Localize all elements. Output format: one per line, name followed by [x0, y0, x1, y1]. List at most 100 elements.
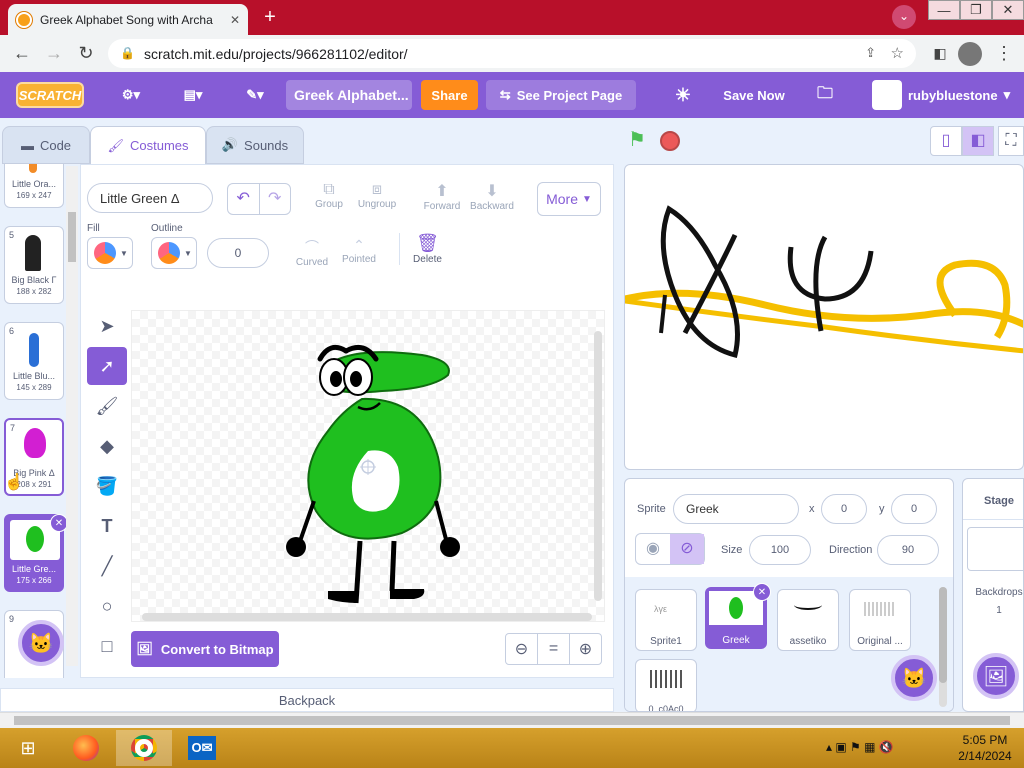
project-title-input[interactable]: Greek Alphabet...	[286, 80, 412, 110]
canvas-vscroll[interactable]	[594, 331, 602, 601]
bookmark-star-icon[interactable]: ☆	[891, 44, 904, 62]
scrollbar-thumb[interactable]	[68, 212, 76, 262]
tab-sounds[interactable]: 🔊 Sounds	[206, 126, 304, 164]
rectangle-tool-icon[interactable]: □	[87, 627, 127, 665]
chrome-icon[interactable]	[116, 730, 172, 766]
file-menu-icon[interactable]: ▤▾	[176, 80, 210, 110]
costume-list: Little Ora... 169 x 247 5 Big Black Γ 18…	[0, 164, 80, 678]
minimize-icon[interactable]: —	[928, 0, 960, 20]
reload-icon[interactable]: ↻	[72, 39, 100, 67]
browser-menu-icon[interactable]: ⋮	[990, 39, 1018, 67]
delete-sprite-icon[interactable]: ✕	[753, 583, 771, 601]
profile-avatar-icon[interactable]	[958, 42, 982, 66]
close-tab-icon[interactable]: ✕	[230, 13, 240, 27]
account-menu[interactable]: rubybluestone ▾	[872, 80, 1012, 110]
normal-stage-icon[interactable]: ◧	[962, 126, 994, 156]
browser-tab[interactable]: Greek Alphabet Song with Archa ✕	[8, 4, 248, 35]
y-input[interactable]: 0	[891, 494, 937, 524]
tray-icons[interactable]: ▴ ▣ ⚑ ▦ 🔇	[826, 740, 894, 754]
reshape-tool-icon[interactable]: ➚	[87, 347, 127, 385]
outline-color-picker[interactable]: ▼	[151, 237, 197, 269]
direction-input[interactable]: 90	[877, 535, 939, 565]
fullscreen-icon[interactable]: ⛶	[998, 126, 1024, 156]
curved-button[interactable]: ⌒ Curved	[291, 237, 333, 268]
costume-tile[interactable]: 5 Big Black Γ 188 x 282	[4, 226, 64, 304]
sprite-name-input[interactable]: Greek	[673, 494, 799, 524]
small-stage-icon[interactable]: ▯	[930, 126, 962, 156]
tab-costumes[interactable]: 🖌 Costumes	[90, 126, 206, 164]
choose-backdrop-icon[interactable]: 🖼	[973, 653, 1019, 699]
choose-sprite-cat-icon[interactable]: 🐱	[891, 655, 937, 701]
fill-tool-icon[interactable]: 🪣	[87, 467, 127, 505]
clock-date[interactable]: 2/14/2024	[950, 749, 1020, 763]
stage-canvas[interactable]	[624, 164, 1024, 470]
brush-tool-icon[interactable]: 🖌	[87, 387, 127, 425]
eraser-tool-icon[interactable]: ◆	[87, 427, 127, 465]
edit-menu-icon[interactable]: ✎▾	[238, 80, 272, 110]
x-input[interactable]: 0	[821, 494, 867, 524]
scrollbar-thumb[interactable]	[939, 587, 947, 683]
hide-eye-icon[interactable]: ⊘	[670, 534, 704, 564]
settings-gear-icon[interactable]: ⚙▾	[114, 80, 148, 110]
scrollbar-thumb[interactable]	[14, 716, 1010, 725]
my-stuff-folder-icon[interactable]: 🗀	[810, 80, 840, 110]
line-tool-icon[interactable]: ╱	[87, 547, 127, 585]
backpack-bar[interactable]: Backpack	[0, 688, 614, 712]
windows-start-icon[interactable]: ⊞	[0, 730, 56, 766]
tab-search-icon[interactable]: ⌄	[892, 5, 916, 29]
fill-color-picker[interactable]: ▼	[87, 237, 133, 269]
stage-selector-pane[interactable]: Stage Backdrops 1 🖼	[962, 478, 1024, 712]
more-menu-button[interactable]: More ▼	[537, 182, 601, 216]
close-window-icon[interactable]: ✕	[992, 0, 1024, 20]
restore-icon[interactable]: ❐	[960, 0, 992, 20]
costume-tile[interactable]: 6 Little Blu... 145 x 289	[4, 322, 64, 400]
show-eye-icon[interactable]: ◉	[636, 534, 670, 564]
costume-scrollbar[interactable]	[66, 166, 78, 666]
back-icon[interactable]: ←	[8, 39, 36, 67]
new-tab-icon[interactable]: +	[258, 6, 282, 30]
canvas-hscroll[interactable]	[142, 613, 592, 621]
outlook-icon[interactable]: O✉	[174, 730, 230, 766]
url-field[interactable]: 🔒 scratch.mit.edu/projects/966281102/edi…	[108, 39, 916, 68]
sprite-tile[interactable]: 0_c0Ac0	[635, 659, 697, 711]
share-button[interactable]: Share	[421, 80, 478, 110]
circle-tool-icon[interactable]: ○	[87, 587, 127, 625]
sprite-list-scrollbar[interactable]	[939, 587, 947, 707]
redo-icon[interactable]: ↷	[260, 184, 291, 214]
convert-to-bitmap-button[interactable]: 🖼 Convert to Bitmap	[131, 631, 279, 667]
scratch-logo[interactable]: SCRATCH	[16, 82, 84, 108]
delete-button[interactable]: 🗑 Delete	[399, 233, 455, 265]
sprite-tile[interactable]: λγε Sprite1	[635, 589, 697, 651]
theme-lightbulb-icon[interactable]: ☀	[668, 80, 698, 110]
stop-icon[interactable]	[660, 131, 680, 151]
backward-button[interactable]: ⬇ Backward	[467, 181, 517, 212]
group-button[interactable]: ⧉ Group	[307, 181, 351, 210]
zoom-reset-button[interactable]: =	[537, 633, 570, 665]
zoom-out-icon[interactable]: ⊖	[505, 633, 538, 665]
see-project-page-button[interactable]: ⇆ See Project Page	[486, 80, 636, 110]
ungroup-button[interactable]: ⧈ Ungroup	[353, 181, 401, 210]
zoom-in-icon[interactable]: ⊕	[569, 633, 602, 665]
forward-button[interactable]: ⬆ Forward	[419, 181, 465, 212]
size-input[interactable]: 100	[749, 535, 811, 565]
share-page-icon[interactable]: ⇪	[865, 45, 876, 61]
forward-icon[interactable]: →	[40, 39, 68, 67]
save-now-button[interactable]: Save Now	[718, 80, 790, 110]
costume-name-input[interactable]: Little Green Δ	[87, 183, 213, 213]
tab-code[interactable]: ▬ Code	[2, 126, 90, 164]
outline-width-input[interactable]: 0	[207, 238, 269, 268]
sprite-tile[interactable]: assetiko	[777, 589, 839, 651]
clock-time[interactable]: 5:05 PM	[950, 733, 1020, 747]
sprite-tile[interactable]: Original ...	[849, 589, 911, 651]
green-flag-icon[interactable]: ⚑	[628, 130, 650, 152]
text-tool-icon[interactable]: T	[87, 507, 127, 545]
page-horizontal-scrollbar[interactable]	[0, 712, 1024, 728]
paint-canvas[interactable]	[131, 310, 605, 622]
undo-icon[interactable]: ↶	[228, 184, 260, 214]
firefox-icon[interactable]	[58, 730, 114, 766]
costume-tile[interactable]: Little Ora... 169 x 247	[4, 164, 64, 208]
select-tool-icon[interactable]: ➤	[87, 307, 127, 345]
choose-costume-cat-icon[interactable]: 🐱	[18, 620, 64, 666]
pointed-button[interactable]: ⌃ Pointed	[337, 237, 381, 265]
sidebar-icon[interactable]: ◧	[926, 39, 954, 67]
